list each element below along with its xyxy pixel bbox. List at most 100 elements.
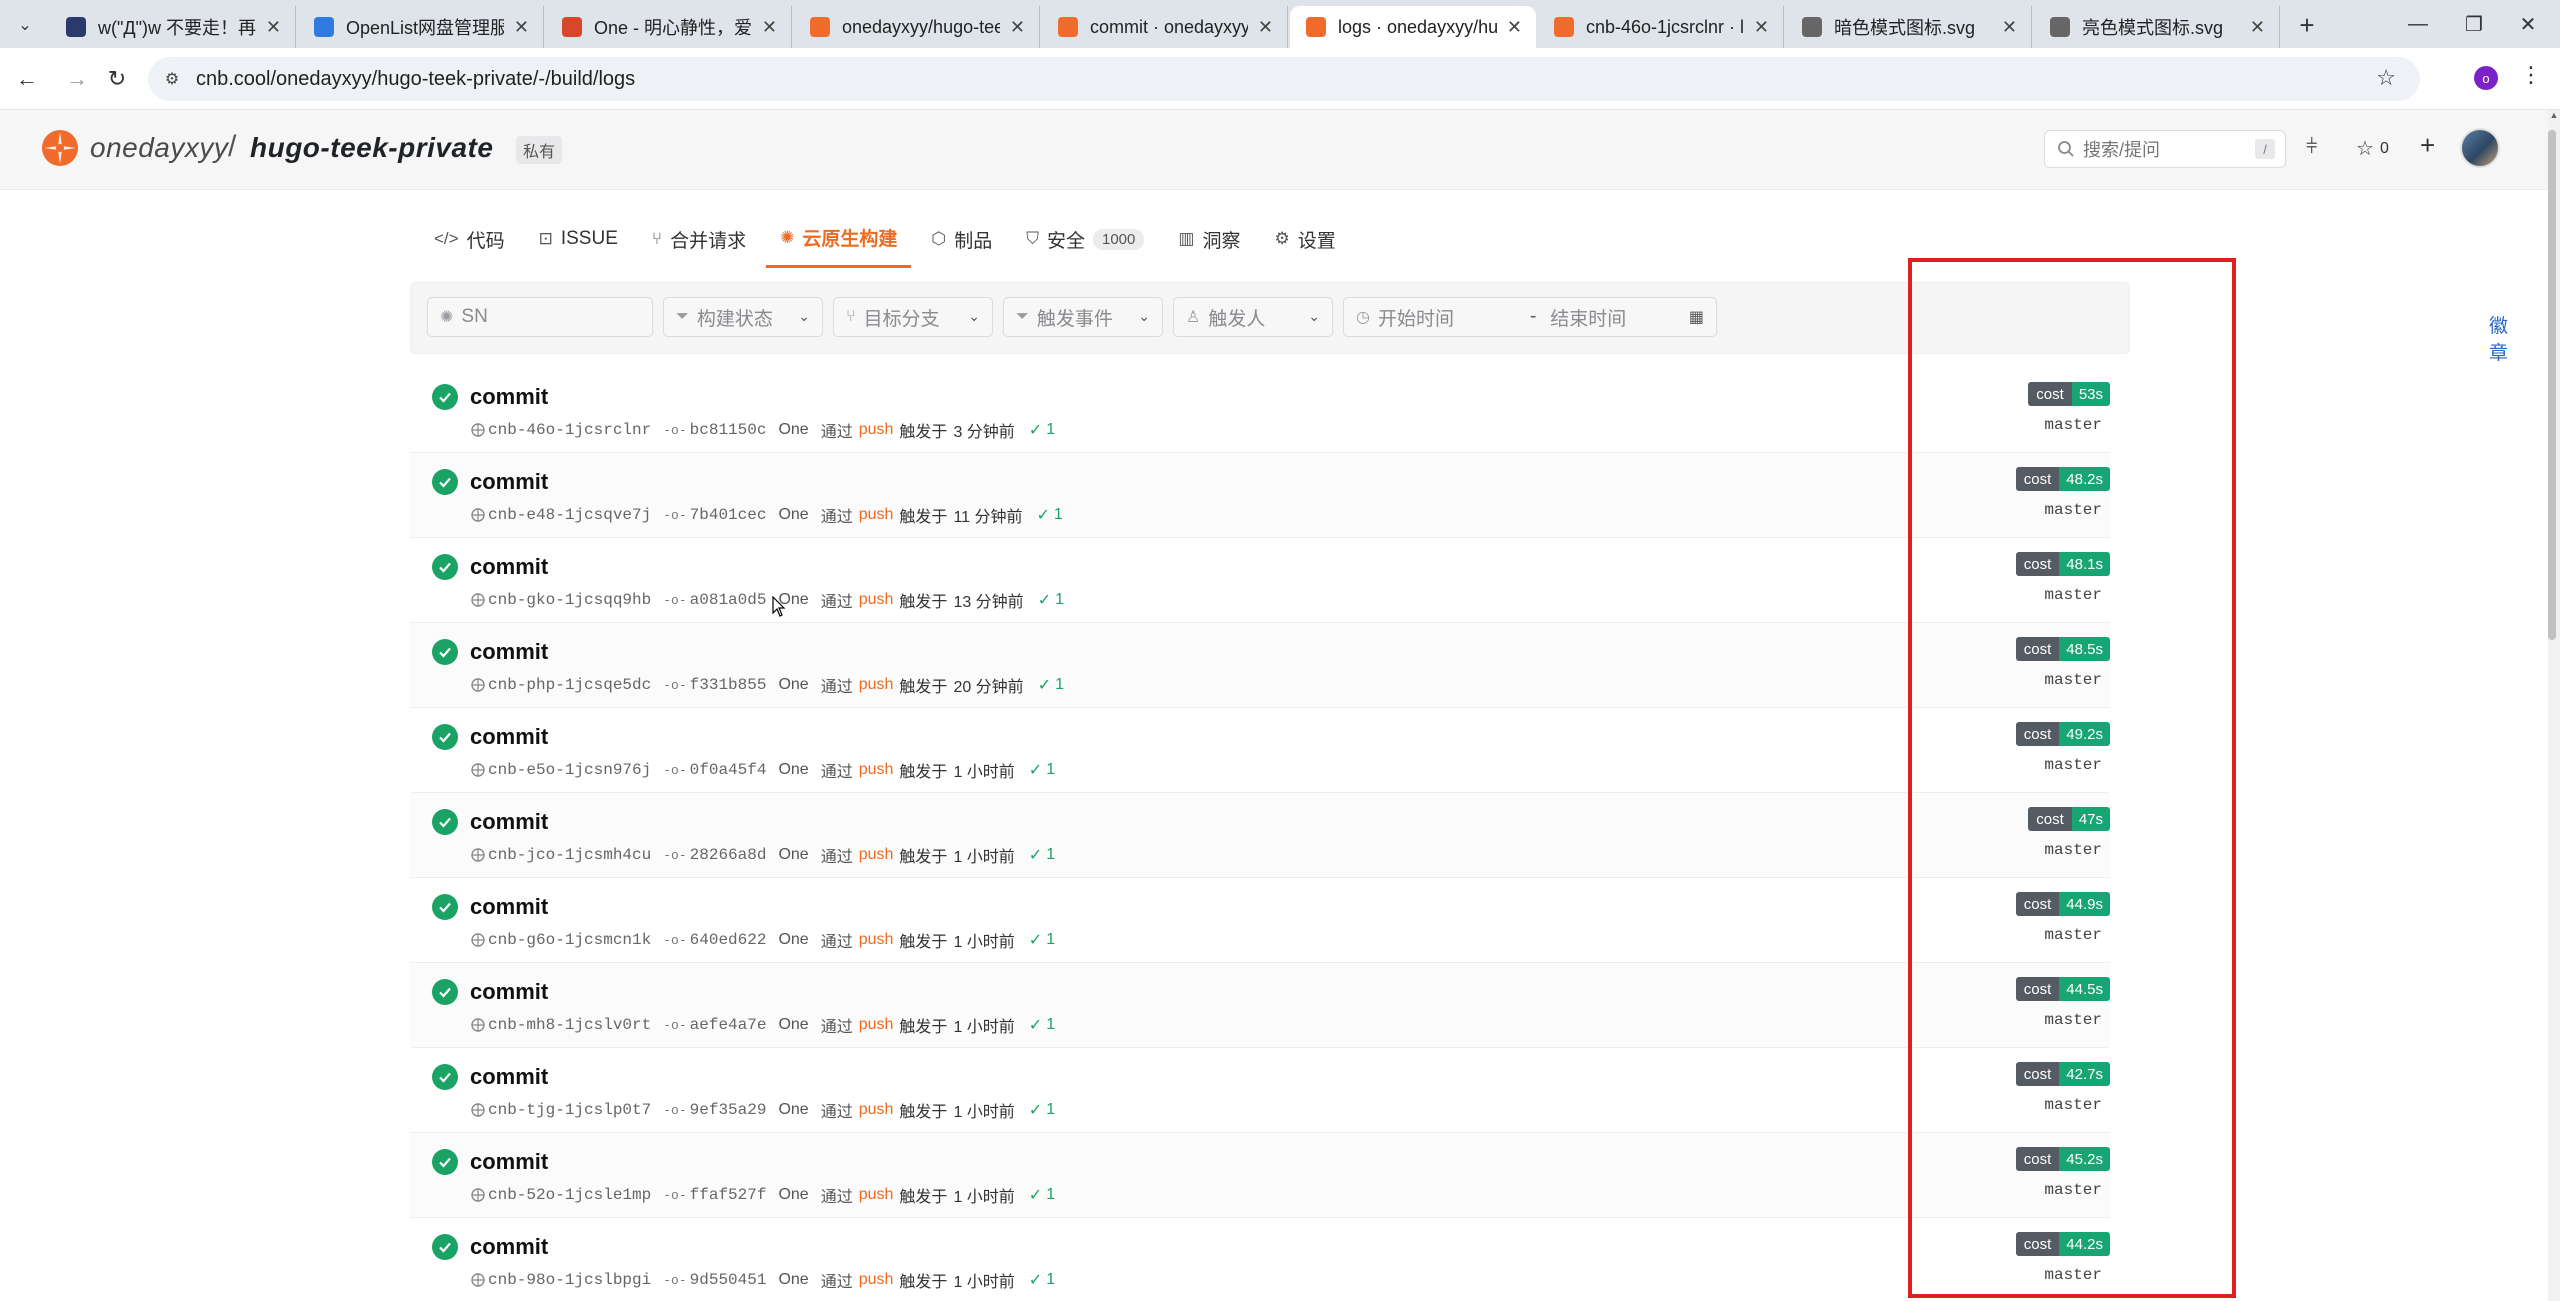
browser-tab[interactable]: One - 明心静性，爱自己 ✕	[546, 6, 792, 48]
tab-search-button[interactable]: ⌄	[10, 12, 40, 38]
nav-tab[interactable]: ⬡ 制品	[917, 210, 1006, 268]
build-sn-link[interactable]: cnb-tjg-1jcslp0t7	[470, 1101, 651, 1119]
build-row[interactable]: commit cnb-mh8-1jcslv0rt -o-aefe4a7e One 通过 p…	[410, 963, 2110, 1048]
build-author[interactable]: One	[778, 1271, 808, 1289]
build-sn-link[interactable]: cnb-mh8-1jcslv0rt	[470, 1016, 651, 1034]
build-title-link[interactable]: commit	[470, 639, 548, 665]
tab-close-icon[interactable]: ✕	[2250, 17, 2265, 38]
scrollbar-thumb[interactable]	[2548, 130, 2556, 640]
build-title-link[interactable]: commit	[470, 469, 548, 495]
nav-tab[interactable]: ▥ 洞察	[1164, 210, 1254, 268]
build-status-filter[interactable]: ⏷ 构建状态 ⌄	[663, 297, 823, 337]
build-row[interactable]: commit cnb-php-1jcsqe5dc -o-f331b855 One 通过 p…	[410, 623, 2110, 708]
build-title-link[interactable]: commit	[470, 554, 548, 580]
build-sn-link[interactable]: cnb-php-1jcsqe5dc	[470, 676, 651, 694]
browser-tab[interactable]: 暗色模式图标.svg ✕	[1786, 6, 2032, 48]
commit-sha-link[interactable]: -o- 9d550451	[663, 1271, 766, 1289]
end-time-input[interactable]: 结束时间	[1550, 304, 1680, 331]
compare-button[interactable]: ⫩	[2306, 136, 2317, 159]
close-window-button[interactable]: ✕	[2508, 8, 2548, 40]
user-avatar[interactable]	[2460, 128, 2500, 168]
build-title-link[interactable]: commit	[470, 1149, 548, 1175]
minimize-button[interactable]: —	[2398, 8, 2438, 40]
build-sn-link[interactable]: cnb-gko-1jcsqq9hb	[470, 591, 651, 609]
scroll-up-icon[interactable]: ▲	[2548, 110, 2560, 124]
forward-button[interactable]: →	[60, 62, 94, 96]
browser-tab[interactable]: onedayxyy/hugo-teek ✕	[794, 6, 1040, 48]
tab-close-icon[interactable]: ✕	[266, 17, 281, 38]
target-branch-filter[interactable]: ⑂ 目标分支 ⌄	[833, 297, 993, 337]
build-author[interactable]: One	[778, 761, 808, 779]
nav-tab[interactable]: ⊡ ISSUE	[525, 210, 632, 268]
browser-tab[interactable]: commit · onedayxyy/hu ✕	[1042, 6, 1288, 48]
build-row[interactable]: commit cnb-jco-1jcsmh4cu -o- 28266a8d One 通过 p…	[410, 793, 2110, 878]
commit-sha-link[interactable]: -o-a081a0d5	[663, 591, 766, 609]
add-button[interactable]: +	[2420, 130, 2435, 161]
address-bar[interactable]: ⚙ cnb.cool/onedayxyy/hugo-teek-private/-…	[148, 57, 2420, 101]
new-tab-button[interactable]: +	[2292, 10, 2322, 40]
build-row[interactable]: commit cnb-52o-1jcsle1mp -o-ffaf527f One 通过 p…	[410, 1133, 2110, 1218]
build-row[interactable]: commit cnb-gko-1jcsqq9hb -o-a081a0d5 One 通过 p…	[410, 538, 2110, 623]
url-text[interactable]: cnb.cool/onedayxyy/hugo-teek-private/-/b…	[196, 68, 635, 91]
nav-tab[interactable]: </> 代码	[420, 210, 519, 268]
build-sn-link[interactable]: cnb-46o-1jcsrclnr	[470, 421, 651, 439]
build-title-link[interactable]: commit	[470, 1064, 548, 1090]
commit-sha-link[interactable]: -o- 9ef35a29	[663, 1101, 766, 1119]
build-sn-link[interactable]: cnb-e5o-1jcsn976j	[470, 761, 651, 779]
build-author[interactable]: One	[778, 676, 808, 694]
nav-tab[interactable]: ⛉ 安全 1000	[1012, 210, 1158, 268]
build-sn-link[interactable]: cnb-jco-1jcsmh4cu	[470, 846, 651, 864]
trigger-event-filter[interactable]: ⏷ 触发事件 ⌄	[1003, 297, 1163, 337]
tab-close-icon[interactable]: ✕	[1010, 17, 1025, 38]
tab-close-icon[interactable]: ✕	[514, 17, 529, 38]
browser-tab[interactable]: 亮色模式图标.svg ✕	[2034, 6, 2280, 48]
nav-tab[interactable]: ⚙ 设置	[1260, 210, 1349, 268]
tab-close-icon[interactable]: ✕	[2002, 17, 2017, 38]
build-author[interactable]: One	[778, 931, 808, 949]
build-title-link[interactable]: commit	[470, 384, 548, 410]
build-row[interactable]: commit cnb-46o-1jcsrclnr -o-bc81150c One 通过 p…	[410, 368, 2110, 453]
build-author[interactable]: One	[778, 1186, 808, 1204]
sn-filter-input[interactable]: ✺ SN	[427, 297, 653, 337]
build-row[interactable]: commit cnb-tjg-1jcslp0t7 -o- 9ef35a29 One 通过 p…	[410, 1048, 2110, 1133]
nav-tab[interactable]: ⑂ 合并请求	[638, 210, 760, 268]
build-author[interactable]: One	[778, 1016, 808, 1034]
repo-name-link[interactable]: hugo-teek-private	[250, 132, 493, 164]
build-author[interactable]: One	[778, 1101, 808, 1119]
build-sn-link[interactable]: cnb-e48-1jcsqve7j	[470, 506, 651, 524]
restore-button[interactable]: ❐	[2454, 8, 2494, 40]
back-button[interactable]: ←	[10, 62, 44, 96]
commit-sha-link[interactable]: -o- 640ed622	[663, 931, 766, 949]
build-sn-link[interactable]: cnb-98o-1jcslbpgi	[470, 1271, 651, 1289]
site-settings-icon[interactable]: ⚙	[158, 65, 186, 93]
build-title-link[interactable]: commit	[470, 979, 548, 1005]
repo-owner-link[interactable]: onedayxyy	[90, 132, 228, 164]
tab-close-icon[interactable]: ✕	[762, 17, 777, 38]
build-author[interactable]: One	[778, 846, 808, 864]
tab-close-icon[interactable]: ✕	[1258, 17, 1273, 38]
reload-button[interactable]: ↻	[100, 62, 134, 96]
build-title-link[interactable]: commit	[470, 894, 548, 920]
build-title-link[interactable]: commit	[470, 1234, 548, 1260]
cnb-logo-icon[interactable]	[40, 128, 80, 168]
commit-sha-link[interactable]: -o-ffaf527f	[663, 1186, 766, 1204]
trigger-user-filter[interactable]: ♙ 触发人 ⌄	[1173, 297, 1333, 337]
commit-sha-link[interactable]: -o- 28266a8d	[663, 846, 766, 864]
build-row[interactable]: commit cnb-e5o-1jcsn976j -o- 0f0a45f4 One 通过 p…	[410, 708, 2110, 793]
date-range-picker[interactable]: ◷ 开始时间 - 结束时间 ▦	[1343, 297, 1717, 337]
star-button[interactable]: ☆ 0	[2356, 136, 2389, 161]
browser-menu-icon[interactable]: ⋮	[2520, 62, 2542, 88]
profile-avatar[interactable]: o	[2474, 66, 2498, 90]
start-time-input[interactable]: 开始时间	[1378, 304, 1518, 331]
commit-sha-link[interactable]: -o-bc81150c	[663, 421, 766, 439]
build-author[interactable]: One	[778, 421, 808, 439]
search-input[interactable]	[2083, 137, 2233, 163]
build-title-link[interactable]: commit	[470, 724, 548, 750]
nav-tab[interactable]: ✺ 云原生构建	[766, 210, 912, 268]
browser-tab[interactable]: logs · onedayxyy/hugo ✕	[1290, 6, 1536, 48]
browser-tab[interactable]: cnb-46o-1jcsrclnr · log ✕	[1538, 6, 1784, 48]
search-box[interactable]: /	[2044, 130, 2286, 168]
page-scrollbar[interactable]: ▲	[2548, 110, 2560, 1301]
bookmark-star-icon[interactable]: ☆	[2376, 65, 2396, 91]
tab-close-icon[interactable]: ✕	[1754, 17, 1769, 38]
